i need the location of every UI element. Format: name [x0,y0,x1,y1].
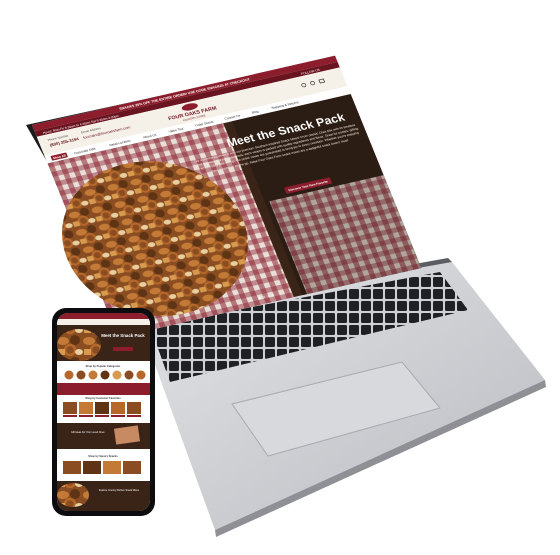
phone-section-gifts: Gift Ideas For Your Loved Ones [71,431,105,434]
phone-cta[interactable] [113,347,133,351]
device-mockup-scene: SNACKS 25% OFF THE ENTIRE ORDER! USE COD… [26,55,546,537]
smartphone: Meet the Snack Pack Shop by Popular Cate… [52,308,155,516]
phone-section-favorites: Shop by Customer Favorites [85,396,121,400]
phone-section-country-kitchen: Explore Country Kitchen Snack Mixes [99,489,140,492]
phone-section-savory: Shop by Savory Snacks [88,454,118,458]
phone-hero-title: Meet the Snack Pack [101,333,145,338]
phone-section-categories: Shop by Popular Categories [86,364,121,368]
phone-screen: Meet the Snack Pack Shop by Popular Cate… [57,313,150,511]
